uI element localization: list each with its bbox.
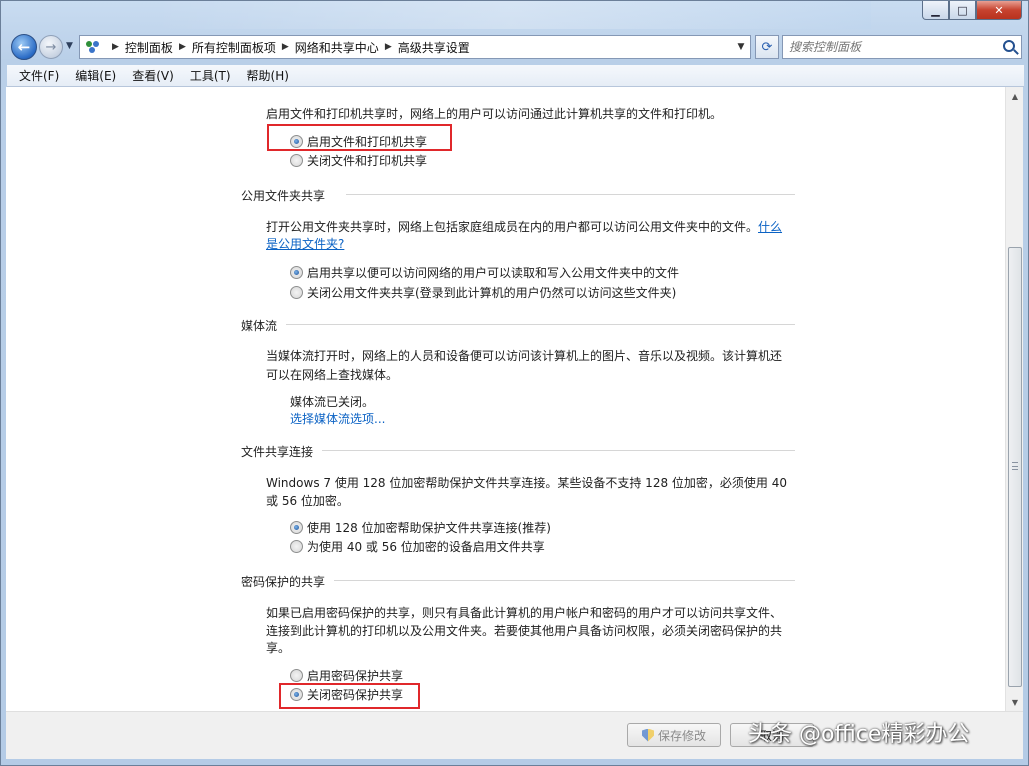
option-label: 关闭文件和打印机共享: [307, 154, 428, 168]
scroll-down-icon[interactable]: ▼: [1008, 695, 1022, 709]
navigation-bar: ← → ▼ ▶ 控制面板 ▶ 所有控制面板项 ▶ 网络和共享中心 ▶ 高级共享设…: [7, 31, 1024, 63]
section-title-public-folder: 公用文件夹共享: [241, 189, 326, 203]
section-divider: [346, 194, 795, 195]
option-label: 为使用 40 或 56 位加密的设备启用文件共享: [307, 540, 545, 554]
media-options-link[interactable]: 选择媒体流选项...: [290, 410, 385, 427]
titlebar: [151, 1, 871, 29]
recent-pages-dropdown[interactable]: ▼: [66, 41, 73, 51]
highlight-box: [279, 683, 420, 709]
control-panel-icon: [84, 39, 102, 55]
media-description-line2: 可以在网络上查找媒体。: [266, 368, 399, 382]
menu-help[interactable]: 帮助(H): [239, 67, 297, 84]
address-dropdown-icon[interactable]: ▼: [732, 36, 750, 58]
scroll-up-icon[interactable]: ▲: [1008, 89, 1022, 103]
section-title-file-sharing-connections: 文件共享连接: [241, 445, 314, 459]
section-divider: [322, 450, 795, 451]
refresh-button[interactable]: ⟳: [755, 35, 779, 59]
watermark: 头条 @office精彩办公: [748, 722, 970, 747]
radio-button[interactable]: [290, 521, 303, 534]
encryption-128-option[interactable]: 使用 128 位加密帮助保护文件共享连接(推荐): [290, 519, 551, 536]
file-print-disable-option[interactable]: 关闭文件和打印机共享: [290, 152, 427, 169]
radio-button[interactable]: [290, 266, 303, 279]
public-folder-enable-option[interactable]: 启用共享以便可以访问网络的用户可以读取和写入公用文件夹中的文件: [290, 264, 679, 281]
option-label: 使用 128 位加密帮助保护文件共享连接(推荐): [307, 521, 551, 535]
minimize-button[interactable]: ▁: [922, 1, 949, 20]
menu-file[interactable]: 文件(F): [11, 67, 67, 84]
file-sharing-description-line1: Windows 7 使用 128 位加密帮助保护文件共享连接。某些设备不支持 1…: [266, 476, 787, 490]
breadcrumb-all-items[interactable]: 所有控制面板项: [192, 39, 276, 56]
back-button[interactable]: ←: [11, 34, 37, 60]
grip-icon: [1012, 462, 1018, 470]
search-input[interactable]: [789, 40, 989, 54]
search-icon[interactable]: [1003, 40, 1015, 52]
password-description-line2: 连接到此计算机的打印机以及公用文件夹。若要使其他用户具备访问权限，必须关闭密码保…: [266, 624, 783, 638]
section-title-media: 媒体流: [241, 319, 278, 333]
breadcrumb-advanced-sharing[interactable]: 高级共享设置: [398, 39, 470, 56]
shield-icon: [641, 728, 654, 742]
radio-button[interactable]: [290, 669, 303, 682]
chevron-right-icon[interactable]: ▶: [112, 42, 119, 52]
breadcrumb-control-panel[interactable]: 控制面板: [125, 39, 173, 56]
public-folder-link-continued[interactable]: 是公用文件夹?: [266, 235, 344, 252]
settings-content: 启用文件和打印机共享时，网络上的用户可以访问通过此计算机共享的文件和打印机。 启…: [6, 87, 1005, 711]
menu-bar: 文件(F) 编辑(E) 查看(V) 工具(T) 帮助(H): [7, 65, 1024, 87]
address-bar[interactable]: ▶ 控制面板 ▶ 所有控制面板项 ▶ 网络和共享中心 ▶ 高级共享设置 ▼: [79, 35, 751, 59]
option-label: 启用密码保护共享: [307, 669, 404, 683]
chevron-right-icon[interactable]: ▶: [385, 42, 392, 52]
password-description-line3: 享。: [266, 641, 291, 655]
highlight-box: [267, 124, 452, 151]
scrollbar-thumb[interactable]: [1008, 247, 1022, 687]
close-button[interactable]: ✕: [976, 1, 1022, 20]
menu-view[interactable]: 查看(V): [124, 67, 182, 84]
chevron-right-icon[interactable]: ▶: [282, 42, 289, 52]
radio-button[interactable]: [290, 540, 303, 553]
what-is-public-folder-link[interactable]: 什么: [758, 220, 782, 234]
section-divider: [286, 324, 795, 325]
option-label: 关闭公用文件夹共享(登录到此计算机的用户仍然可以访问这些文件夹): [307, 286, 677, 300]
save-button[interactable]: 保存修改: [627, 723, 721, 747]
encryption-40-56-option[interactable]: 为使用 40 或 56 位加密的设备启用文件共享: [290, 538, 545, 555]
chevron-right-icon[interactable]: ▶: [179, 42, 186, 52]
file-sharing-description-line2: 或 56 位加密。: [266, 494, 349, 508]
public-folder-disable-option[interactable]: 关闭公用文件夹共享(登录到此计算机的用户仍然可以访问这些文件夹): [290, 284, 676, 301]
search-box[interactable]: [782, 35, 1022, 59]
media-status: 媒体流已关闭。: [290, 395, 375, 409]
menu-edit[interactable]: 编辑(E): [67, 67, 124, 84]
forward-button[interactable]: →: [39, 35, 63, 59]
radio-button[interactable]: [290, 286, 303, 299]
section-divider: [334, 580, 795, 581]
file-print-description: 启用文件和打印机共享时，网络上的用户可以访问通过此计算机共享的文件和打印机。: [266, 107, 723, 121]
maximize-button[interactable]: □: [949, 1, 976, 20]
option-label: 启用共享以便可以访问网络的用户可以读取和写入公用文件夹中的文件: [307, 266, 680, 280]
menu-tools[interactable]: 工具(T): [182, 67, 239, 84]
section-title-password-sharing: 密码保护的共享: [241, 575, 326, 589]
caption-buttons: ▁ □ ✕: [922, 1, 1022, 21]
media-description-line1: 当媒体流打开时，网络上的人员和设备便可以访问该计算机上的图片、音乐以及视频。该计…: [266, 349, 783, 363]
vertical-scrollbar[interactable]: ▲ ▼: [1005, 87, 1023, 711]
breadcrumb-network-center[interactable]: 网络和共享中心: [295, 39, 379, 56]
password-description-line1: 如果已启用密码保护的共享，则只有具备此计算机的用户帐户和密码的用户才可以访问共享…: [266, 606, 783, 620]
public-folder-description: 打开公用文件夹共享时，网络上包括家庭组成员在内的用户都可以访问公用文件夹中的文件…: [266, 220, 783, 234]
radio-button[interactable]: [290, 154, 303, 167]
password-enable-option[interactable]: 启用密码保护共享: [290, 667, 403, 684]
